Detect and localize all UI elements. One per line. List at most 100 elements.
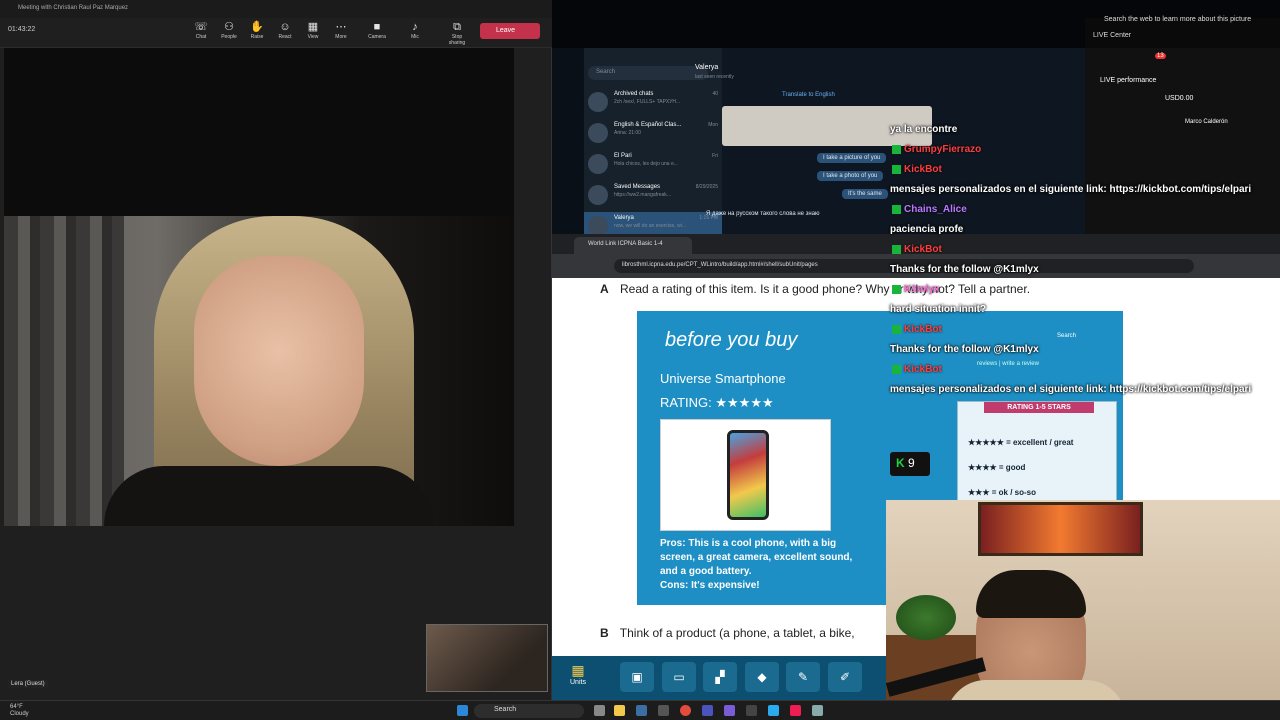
chat-preview: now, we will do an exercise, wi... <box>614 223 686 229</box>
telegram-icon[interactable] <box>768 705 779 716</box>
shirt <box>104 466 434 526</box>
message-bubble[interactable]: Я даже на русском такого слова не знаю <box>700 209 826 219</box>
toolbar-people-button[interactable]: ⚇ People <box>216 20 242 40</box>
toolbar-label: React <box>278 34 292 40</box>
chat-preview: https://ww2.mangafreak... <box>614 192 671 198</box>
kick-badge-icon <box>892 144 901 154</box>
chat-preview: 2ch /sex/, FULLS+ TAPXУH... <box>614 99 681 105</box>
rating-legend-item: ★★★★★ = excellent / great <box>968 438 1074 447</box>
toolbar-chat-button[interactable]: ☏ Chat <box>188 20 214 40</box>
app-icon-1[interactable] <box>636 705 647 716</box>
username-text: KickBot <box>904 244 942 255</box>
contact-status: last seen recently <box>695 74 734 80</box>
chat-list-item[interactable]: Saved Messages https://ww2.mangafreak... 8… <box>584 181 722 211</box>
units-button[interactable]: ▦ Units <box>570 662 586 686</box>
chat-avatar <box>588 185 608 205</box>
kick-badge-icon <box>892 204 901 214</box>
message-bubble[interactable]: I take a picture of you <box>817 153 887 163</box>
camera-icon: ■ <box>373 21 381 33</box>
chat-username: K1mlyx <box>892 284 940 295</box>
kick-badge-icon <box>892 164 901 174</box>
file-explorer-icon[interactable] <box>614 705 625 716</box>
chat-username: KickBot <box>892 364 942 375</box>
app-icon-2[interactable] <box>658 705 669 716</box>
weather-widget[interactable]: 64°F Cloudy <box>10 704 29 718</box>
question-a-letter: A <box>600 282 609 296</box>
pros-text: Pros: This is a cool phone, with a big s… <box>660 538 853 577</box>
react-icon: ☺ <box>279 21 291 33</box>
app-icon-4[interactable] <box>812 705 823 716</box>
obs-icon[interactable] <box>746 705 757 716</box>
question-b: B Think of a product (a phone, a tablet,… <box>600 626 855 640</box>
tool-3[interactable]: ▞ <box>703 662 737 692</box>
tiktok-icon[interactable] <box>790 705 801 716</box>
telegram-search[interactable]: Search <box>588 66 708 80</box>
view-icon: ▦ <box>307 21 319 33</box>
curtain <box>4 216 124 526</box>
chat-username: KickBot <box>892 324 942 335</box>
raise-hand-icon: ✋ <box>250 21 264 33</box>
toolbar-raise-button[interactable]: ✋ Raise <box>244 20 270 40</box>
message-bubble[interactable]: It's the same <box>842 189 888 199</box>
chat-avatar <box>588 123 608 143</box>
username-text: Chains_Alice <box>904 204 967 215</box>
chat-name: Archived chats <box>614 91 654 97</box>
tool-2[interactable]: ▭ <box>662 662 696 692</box>
chat-list-item[interactable]: English & Español Clas... Arina: 21:00 Mon <box>584 119 722 149</box>
kick-badge-icon <box>892 324 901 334</box>
chat-message: Thanks for the follow @K1mlyx <box>890 344 1039 355</box>
username-text: KickBot <box>904 164 942 175</box>
self-view-video[interactable] <box>426 624 548 692</box>
contact-name: Valerya <box>695 64 719 71</box>
chat-username: KickBot <box>892 164 942 175</box>
chat-time: 40 <box>712 91 718 97</box>
toolbar-more-button[interactable]: ⋯ More <box>328 20 354 40</box>
toolbar-camera-button[interactable]: ■ Camera <box>364 20 390 40</box>
pen-icon[interactable]: ✎ <box>786 662 820 692</box>
chat-message: mensajes personalizados en el siguiente … <box>890 384 1252 395</box>
teams-icon[interactable] <box>702 705 713 716</box>
teams-window: Meeting with Christian Raul Paz Marquez … <box>0 0 552 700</box>
chrome-icon[interactable] <box>680 705 691 716</box>
tool-1[interactable]: ▣ <box>620 662 654 692</box>
telegram-nav <box>552 48 584 234</box>
username-text: KickBot <box>904 364 942 375</box>
eraser-icon[interactable]: ◆ <box>745 662 779 692</box>
leave-button[interactable]: Leave <box>480 23 540 39</box>
toolbar-stop-sharing-button[interactable]: ⧉ Stop sharing <box>444 20 470 46</box>
message-bubble[interactable]: I take a photo of you <box>817 171 884 181</box>
chat-list-item[interactable]: El Pari Hola chicos, les dejo una e... Fri <box>584 150 722 180</box>
chat-avatar <box>588 92 608 112</box>
marker-icon[interactable]: ✐ <box>828 662 862 692</box>
product-image <box>660 419 831 531</box>
toolbar-label: More <box>335 34 347 40</box>
units-label: Units <box>570 679 586 686</box>
kick-chat-overlay: ya la encontre GrumpyFierrazo KickBot mensa… <box>886 110 1280 420</box>
toolbar-mic-button[interactable]: ♪ Mic <box>402 20 428 40</box>
live-center-label[interactable]: LIVE Center <box>1093 32 1131 39</box>
username-text: GrumpyFierrazo <box>904 144 982 155</box>
taskbar-search[interactable]: Search <box>474 704 584 718</box>
rating-legend-item: ★★★ = ok / so-so <box>968 488 1036 497</box>
chat-name: Saved Messages <box>614 184 661 190</box>
live-performance-label: LIVE performance <box>1100 77 1157 84</box>
toolbar-react-button[interactable]: ☺ React <box>272 20 298 40</box>
chat-list-item[interactable]: Archived chats 2ch /sex/, FULLS+ TAPXУH..… <box>584 88 722 118</box>
question-b-letter: B <box>600 626 609 640</box>
chat-name: El Pari <box>614 153 632 159</box>
browser-tab[interactable]: World Link ICPNA Basic 1-4 <box>574 237 692 254</box>
app-icon-3[interactable] <box>724 705 735 716</box>
kick-viewer-count: K 9 <box>890 452 930 476</box>
search-hint[interactable]: Search the web to learn more about this … <box>1104 16 1251 23</box>
chat-username: GrumpyFierrazo <box>892 144 981 155</box>
start-icon[interactable] <box>457 705 468 716</box>
toolbar-label: Raise <box>250 34 264 40</box>
question-b-text: Think of a product (a phone, a tablet, a… <box>619 626 855 640</box>
task-view-icon[interactable] <box>594 705 605 716</box>
translate-link[interactable]: Translate to English <box>782 92 835 98</box>
toolbar-view-button[interactable]: ▦ View <box>300 20 326 40</box>
chat-message: Thanks for the follow @K1mlyx <box>890 264 1039 275</box>
kick-badge-icon <box>892 284 901 294</box>
before-you-buy-logo: before you buy <box>665 329 798 351</box>
mic-icon: ♪ <box>412 21 418 33</box>
